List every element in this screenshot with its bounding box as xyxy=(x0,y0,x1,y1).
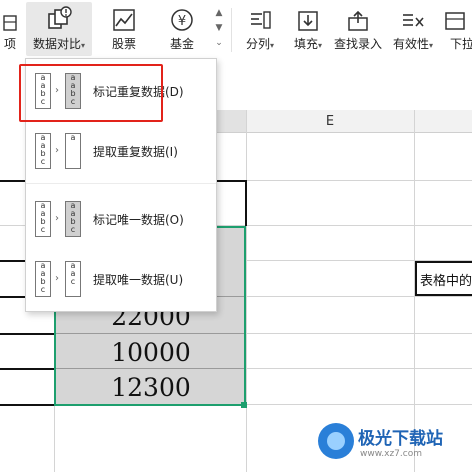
grid-line xyxy=(246,110,247,472)
highlight-annotation-box xyxy=(19,64,163,122)
chevron-down-icon: ▾ xyxy=(81,41,86,50)
fill-button[interactable]: 填充▾ xyxy=(286,2,330,56)
dropdown-list-icon xyxy=(442,2,466,32)
chevron-down-icon: ▾ xyxy=(270,41,275,50)
extract-unique-icon: aabc › aac xyxy=(35,261,83,297)
watermark-url: www.xz7.com xyxy=(360,448,422,459)
watermark: 极光下载站 www.xz7.com xyxy=(318,416,468,466)
validity-button[interactable]: 有效性▾ xyxy=(390,2,436,56)
split-column-button[interactable]: 分列▾ xyxy=(238,2,282,56)
cell-value-2[interactable]: 10000 xyxy=(57,338,245,367)
ribbon-divider xyxy=(231,8,232,52)
scroll-up-icon[interactable]: ▲ xyxy=(212,6,226,21)
dropdown-list-button[interactable]: 下拉 xyxy=(442,2,472,56)
lookup-entry-label: 查找录入 xyxy=(333,37,382,51)
data-compare-button[interactable]: 数据对比▾ xyxy=(26,2,92,56)
note-cell-text: 表格中的 xyxy=(420,274,472,289)
stock-button[interactable]: 股票 xyxy=(100,2,148,56)
mark-unique-icon: aabc › aabc xyxy=(35,201,83,237)
data-compare-label: 数据对比 xyxy=(32,37,81,51)
extract-unique-label: 提取唯一数据(U) xyxy=(93,272,184,287)
menu-divider xyxy=(26,183,216,184)
ribbon-toolbar: 项 数据对比▾ 股票 ¥ 基金 ▲ ▼ ⌄ 分列▾ 填充▾ 查找录入 有效性▾ … xyxy=(0,0,472,59)
validity-label: 有效性 xyxy=(392,37,429,51)
gallery-scroller: ▲ ▼ ⌄ xyxy=(212,6,226,52)
fund-label: 基金 xyxy=(169,37,194,51)
table-border xyxy=(0,368,55,370)
column-e-label: E xyxy=(325,113,335,129)
cell-value-3[interactable]: 12300 xyxy=(57,373,245,402)
table-border xyxy=(245,180,247,226)
mark-unique-label: 标记唯一数据(O) xyxy=(93,212,184,227)
menu-item-extract-duplicates[interactable]: aabc › a 提取重复数据(I) xyxy=(26,123,216,179)
table-icon xyxy=(3,2,17,32)
validity-icon xyxy=(401,2,425,32)
extract-duplicates-icon: aabc › a xyxy=(35,133,83,169)
dropdown-list-label: 下拉 xyxy=(450,37,472,51)
lookup-entry-button[interactable]: 查找录入 xyxy=(332,2,384,56)
expand-icon[interactable]: ⌄ xyxy=(212,36,226,51)
ribbon-partial-button[interactable]: 项 xyxy=(0,2,20,56)
data-compare-icon xyxy=(45,2,73,32)
scroll-down-icon[interactable]: ▼ xyxy=(212,21,226,36)
yuan-coin-icon: ¥ xyxy=(170,2,194,32)
svg-text:¥: ¥ xyxy=(178,14,186,29)
menu-item-mark-unique[interactable]: aabc › aabc 标记唯一数据(O) xyxy=(26,191,216,247)
table-border xyxy=(0,404,55,406)
column-header-f[interactable] xyxy=(415,110,472,133)
watermark-name: 极光下载站 xyxy=(358,428,443,449)
note-cell[interactable]: 表格中的 xyxy=(415,261,472,296)
split-column-label: 分列 xyxy=(245,37,270,51)
ribbon-partial-label: 项 xyxy=(3,37,16,51)
lookup-entry-icon xyxy=(346,2,370,32)
split-column-icon xyxy=(248,2,272,32)
extract-duplicates-label: 提取重复数据(I) xyxy=(93,144,178,159)
table-border xyxy=(0,333,55,335)
column-header-d[interactable] xyxy=(215,110,246,133)
column-header-e[interactable]: E xyxy=(246,110,414,133)
fill-label: 填充 xyxy=(293,37,318,51)
stock-label: 股票 xyxy=(111,37,136,51)
menu-item-extract-unique[interactable]: aabc › aac 提取唯一数据(U) xyxy=(26,251,216,307)
aurora-logo-icon xyxy=(318,423,354,459)
fund-button[interactable]: ¥ 基金 xyxy=(158,2,206,56)
chevron-down-icon: ▾ xyxy=(429,41,434,50)
chevron-down-icon: ▾ xyxy=(318,41,323,50)
fill-down-icon xyxy=(297,2,319,32)
stock-chart-icon xyxy=(112,2,136,32)
fill-handle[interactable] xyxy=(241,402,247,408)
